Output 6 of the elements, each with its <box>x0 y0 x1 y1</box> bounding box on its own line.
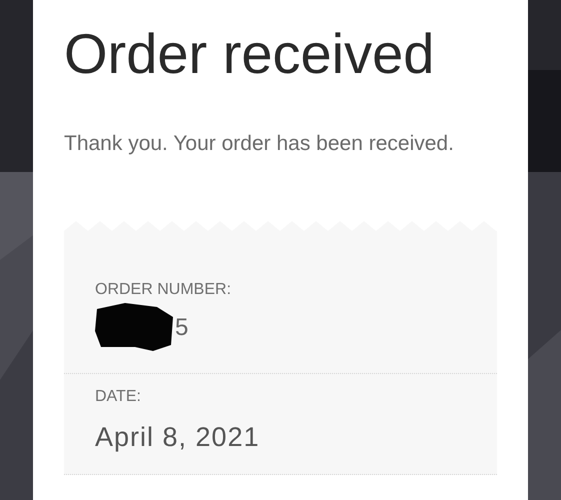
detail-label: DATE: <box>95 387 142 407</box>
detail-value: 5 <box>175 313 188 343</box>
detail-label: ORDER NUMBER: <box>95 280 232 300</box>
detail-value: April 8, 2021 <box>95 421 260 454</box>
confirmation-message: Thank you. Your order has been received. <box>63 131 455 157</box>
page-title: Order received <box>63 22 436 86</box>
